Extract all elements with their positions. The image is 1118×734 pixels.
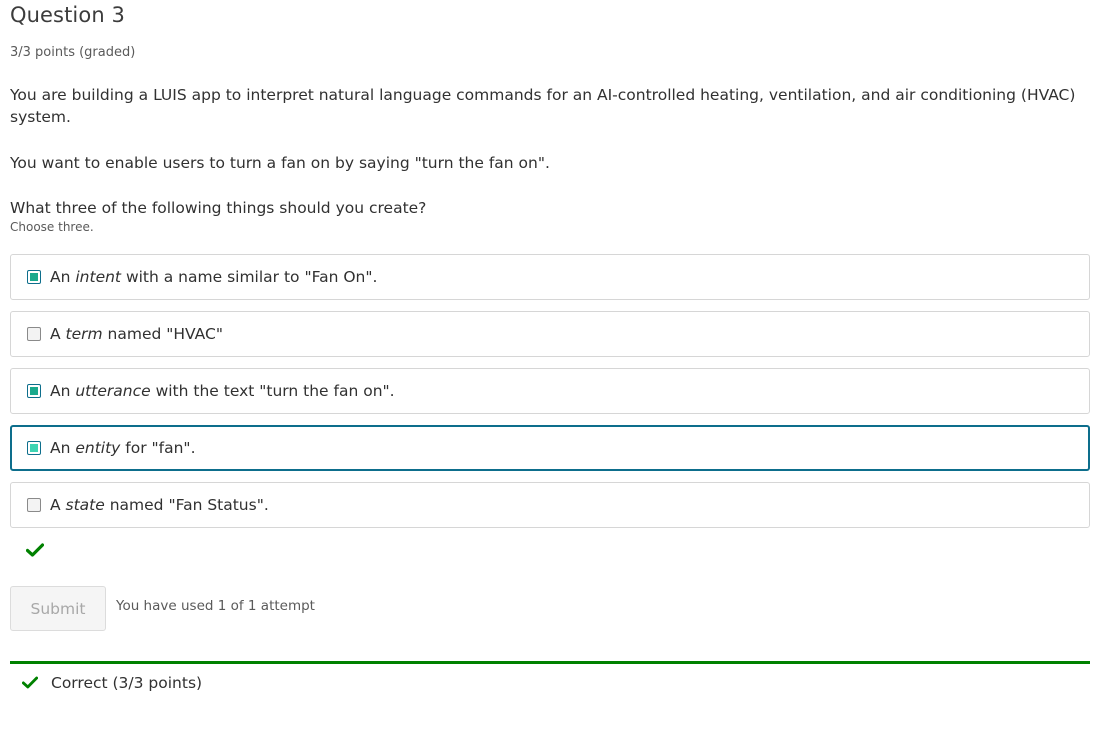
choice-checkbox[interactable] (27, 270, 41, 284)
problem-points: 3/3 points (graded) (10, 45, 136, 60)
result-divider (10, 661, 1090, 664)
choice-label: A term named "HVAC" (50, 325, 223, 343)
choice-option-entity[interactable]: An entity for "fan". (10, 425, 1090, 471)
choice-checkbox[interactable] (27, 384, 41, 398)
choice-label: A state named "Fan Status". (50, 496, 269, 514)
choice-label: An intent with a name similar to "Fan On… (50, 268, 378, 286)
checkmark-icon (25, 543, 45, 561)
problem-paragraph-2: You want to enable users to turn a fan o… (10, 154, 550, 172)
problem-hint: Choose three. (10, 220, 94, 234)
choice-label: An utterance with the text "turn the fan… (50, 382, 395, 400)
choice-option-state[interactable]: A state named "Fan Status". (10, 482, 1090, 528)
result-message: Correct (3/3 points) (51, 674, 203, 692)
choice-option-intent[interactable]: An intent with a name similar to "Fan On… (10, 254, 1090, 300)
choice-option-term[interactable]: A term named "HVAC" (10, 311, 1090, 357)
attempts-text: You have used 1 of 1 attempt (116, 598, 315, 614)
choice-checkbox[interactable] (27, 498, 41, 512)
choice-checkbox[interactable] (27, 441, 41, 455)
choice-checkbox[interactable] (27, 327, 41, 341)
problem-paragraph-1: You are building a LUIS app to interpret… (10, 86, 1076, 126)
choice-option-utterance[interactable]: An utterance with the text "turn the fan… (10, 368, 1090, 414)
submit-button[interactable]: Submit (10, 586, 106, 631)
checkmark-icon (21, 675, 39, 693)
problem-question: What three of the following things shoul… (10, 199, 427, 217)
choice-label: An entity for "fan". (50, 439, 196, 457)
problem-title: Question 3 (10, 3, 125, 27)
